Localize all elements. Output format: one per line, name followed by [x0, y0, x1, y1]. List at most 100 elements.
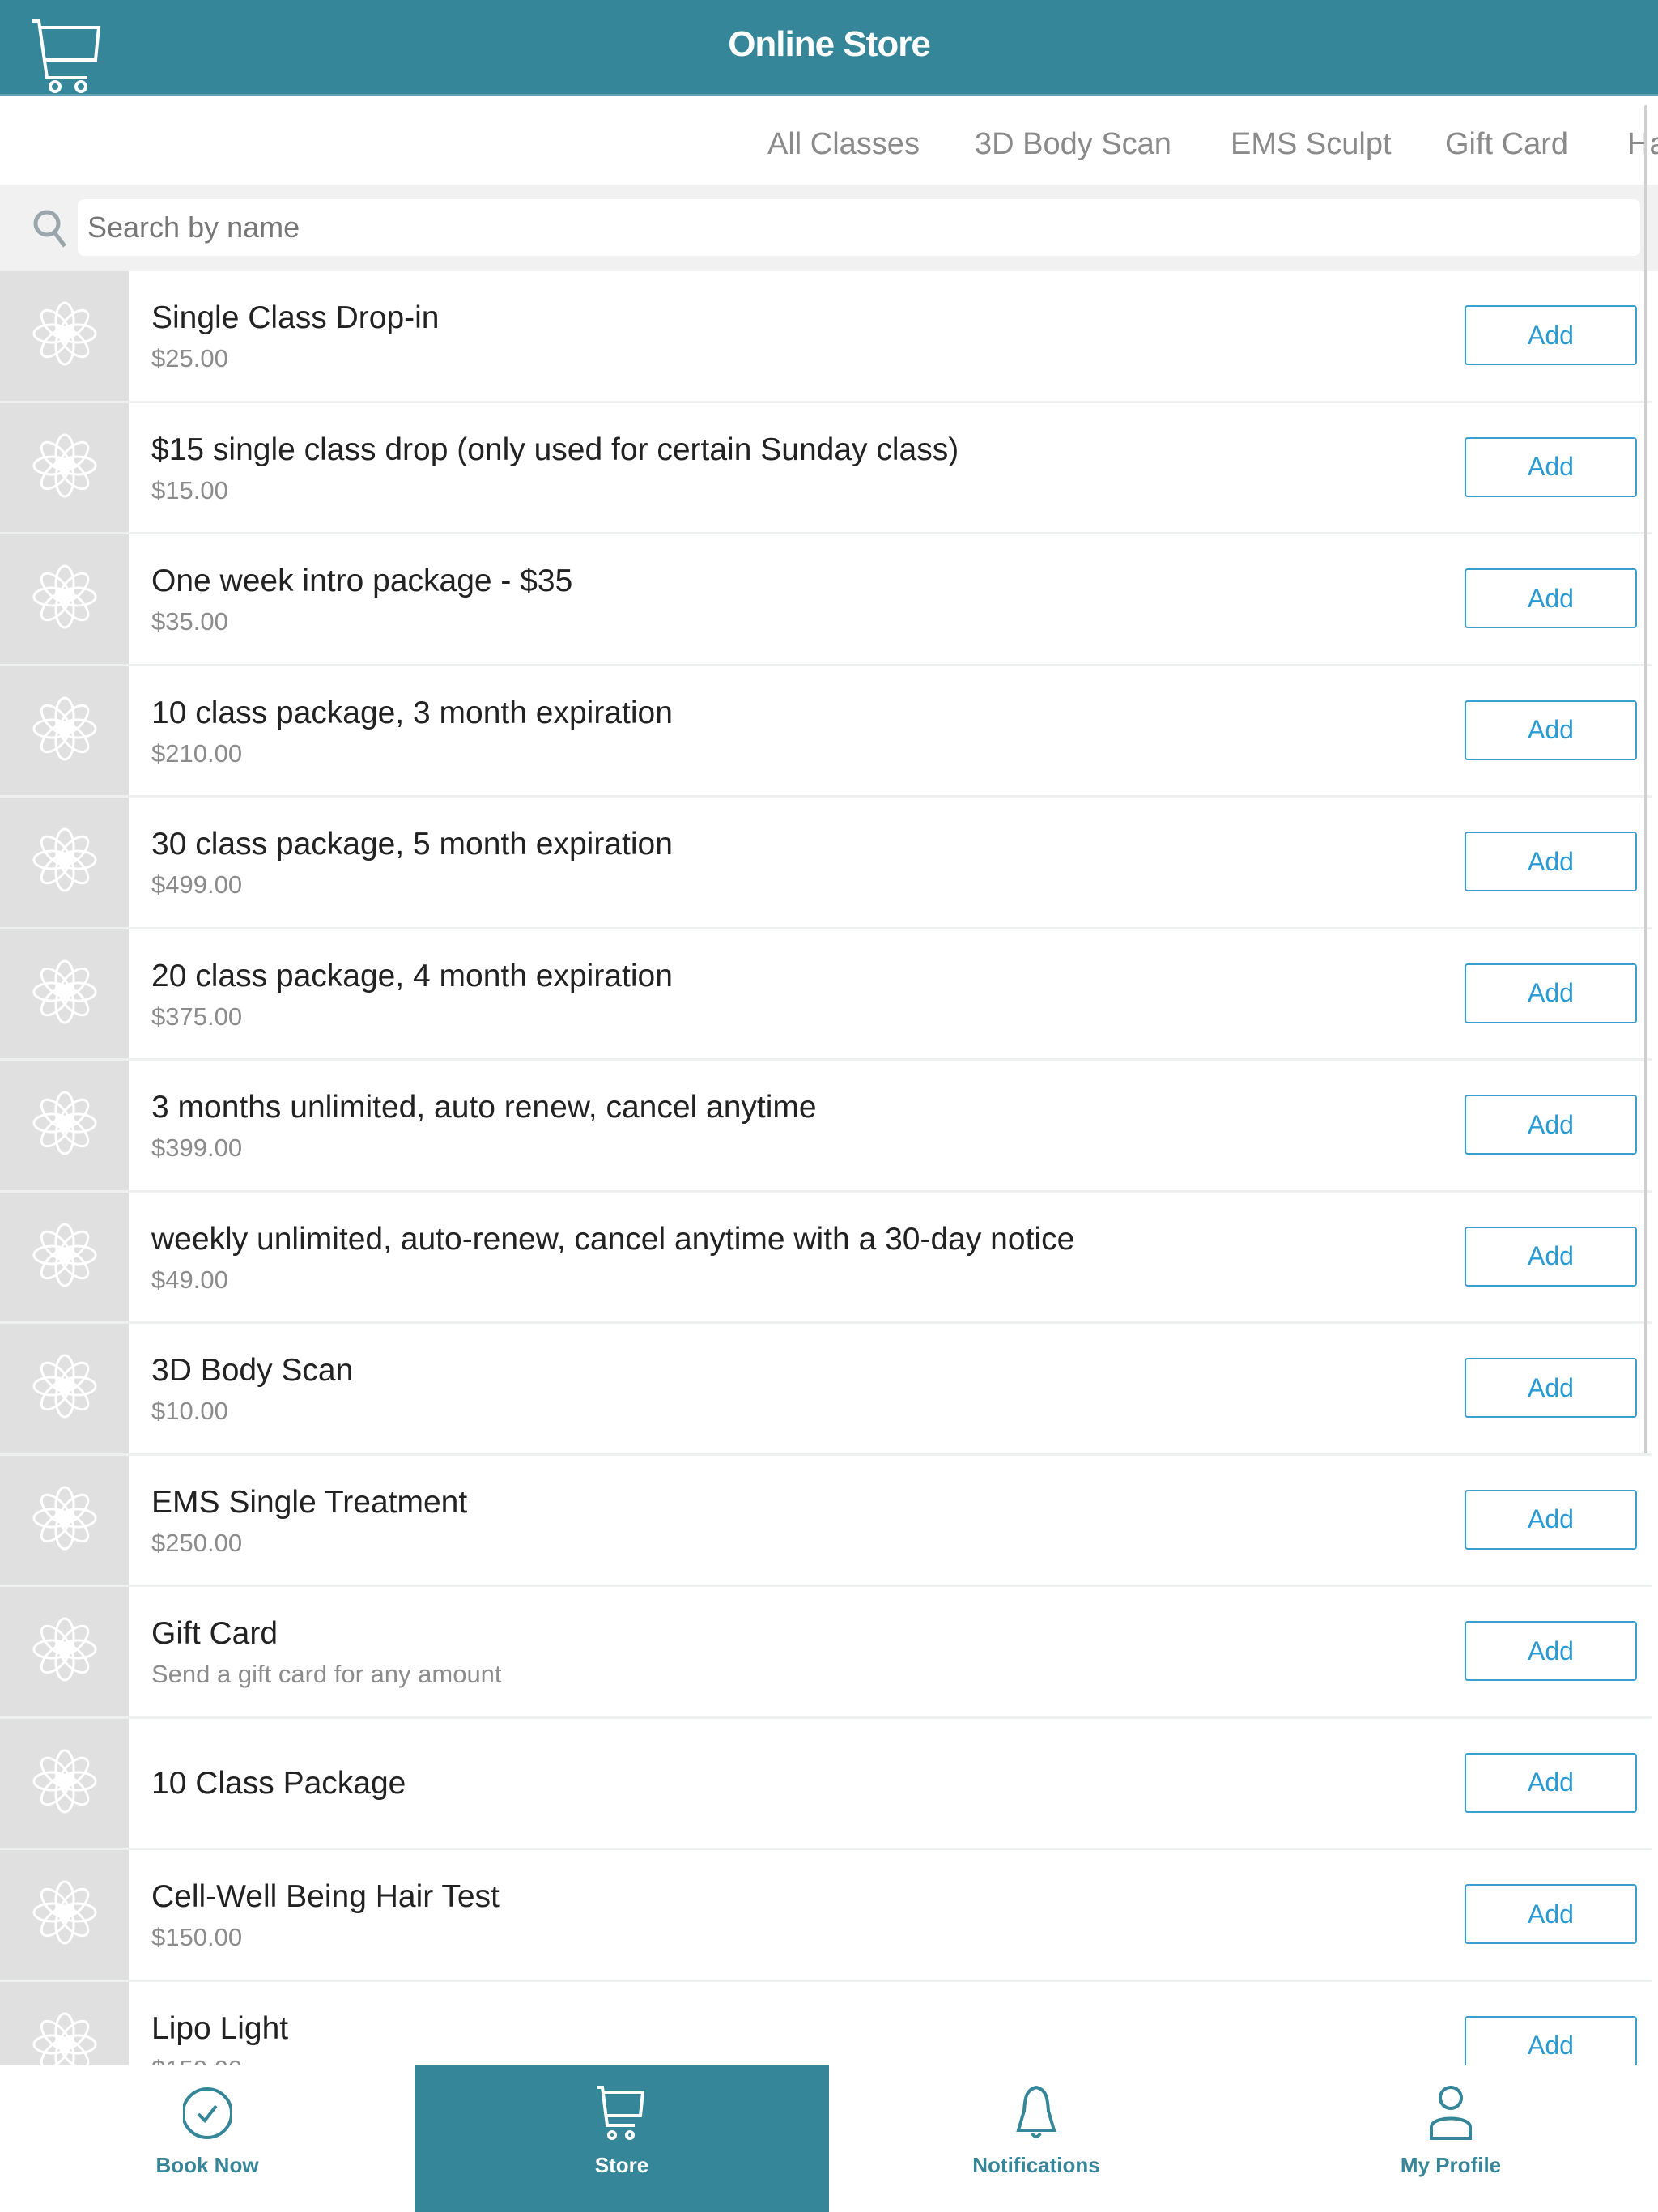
product-price: $399.00 — [151, 1134, 243, 1162]
nav-notifications[interactable]: Notifications — [829, 2065, 1244, 2212]
search-bar — [0, 185, 1658, 271]
list-item[interactable]: 20 class package, 4 month expiration $37… — [0, 929, 1652, 1061]
product-price: $15.00 — [151, 475, 228, 504]
flower-logo-icon — [32, 1486, 97, 1555]
product-thumbnail — [0, 1192, 129, 1321]
product-price: $210.00 — [151, 738, 243, 768]
product-name: Lipo Light — [151, 2010, 289, 2046]
add-button[interactable]: Add — [1465, 568, 1637, 628]
person-icon — [1430, 2086, 1472, 2140]
product-price: $150.00 — [151, 1923, 243, 1951]
product-thumbnail — [0, 271, 129, 401]
product-name: Single Class Drop-in — [151, 300, 440, 335]
product-price: $35.00 — [151, 607, 228, 636]
flower-logo-icon — [32, 696, 97, 765]
flower-logo-icon — [32, 1091, 97, 1159]
add-button[interactable]: Add — [1465, 1884, 1637, 1944]
list-item[interactable]: $15 single class drop (only used for cer… — [0, 402, 1652, 534]
tab-gift-card[interactable]: Gift Card — [1445, 127, 1568, 162]
flower-logo-icon — [32, 1223, 97, 1291]
list-item[interactable]: 10 Class Package Add — [0, 1718, 1652, 1850]
nav-label: My Profile — [1400, 2153, 1502, 2177]
product-price: $10.00 — [151, 1397, 228, 1425]
product-price: $25.00 — [151, 344, 228, 372]
add-button[interactable]: Add — [1465, 700, 1637, 760]
product-thumbnail — [0, 534, 129, 664]
product-thumbnail — [0, 1455, 129, 1585]
product-name: One week intro package - $35 — [151, 564, 573, 598]
page-title: Online Store — [728, 24, 931, 64]
add-button[interactable]: Add — [1465, 1621, 1637, 1681]
product-name: 3 months unlimited, auto renew, cancel a… — [151, 1090, 817, 1125]
nav-store[interactable]: Store — [414, 2065, 829, 2212]
cart-icon — [597, 2086, 645, 2140]
list-item[interactable]: 3D Body Scan $10.00 Add — [0, 1324, 1652, 1456]
product-thumbnail — [0, 1850, 129, 1980]
list-item[interactable]: EMS Single Treatment $250.00 Add — [0, 1455, 1652, 1587]
flower-logo-icon — [32, 1617, 97, 1686]
bottom-nav: Book Now Store Notifications My Profile — [0, 2065, 1658, 2212]
product-name: $15 single class drop (only used for cer… — [151, 432, 959, 467]
add-button[interactable]: Add — [1465, 963, 1637, 1023]
list-item[interactable]: weekly unlimited, auto-renew, cancel any… — [0, 1192, 1652, 1324]
add-button[interactable]: Add — [1465, 2015, 1637, 2065]
list-item[interactable]: Cell-Well Being Hair Test $150.00 Add — [0, 1850, 1652, 1982]
tab-3d-body-scan[interactable]: 3D Body Scan — [975, 127, 1171, 162]
product-thumbnail — [0, 1718, 129, 1848]
list-item[interactable]: 30 class package, 5 month expiration $49… — [0, 798, 1652, 929]
flower-logo-icon — [32, 301, 97, 370]
search-icon — [33, 210, 66, 248]
product-price: Send a gift card for any amount — [151, 1660, 502, 1688]
flower-logo-icon — [32, 1880, 97, 1949]
product-name: Cell-Well Being Hair Test — [151, 1879, 500, 1914]
flower-logo-icon — [32, 959, 97, 1028]
add-button[interactable]: Add — [1465, 1752, 1637, 1813]
product-name: EMS Single Treatment — [151, 1484, 468, 1520]
product-name: 10 class package, 3 month expiration — [151, 695, 673, 730]
add-button[interactable]: Add — [1465, 305, 1637, 365]
flower-logo-icon — [32, 827, 97, 896]
add-button[interactable]: Add — [1465, 1358, 1637, 1418]
product-thumbnail — [0, 402, 129, 532]
product-list: Single Class Drop-in $25.00 Add $15 sing… — [0, 271, 1652, 2065]
product-thumbnail — [0, 1587, 129, 1716]
nav-label: Store — [594, 2153, 649, 2177]
product-thumbnail — [0, 1324, 129, 1453]
flower-logo-icon — [32, 2012, 97, 2065]
nav-book-now[interactable]: Book Now — [0, 2065, 414, 2212]
flower-logo-icon — [32, 1354, 97, 1423]
list-item[interactable]: 3 months unlimited, auto renew, cancel a… — [0, 1061, 1652, 1193]
product-name: 30 class package, 5 month expiration — [151, 827, 673, 861]
product-thumbnail — [0, 929, 129, 1058]
scrollbar[interactable] — [1644, 105, 1647, 1453]
product-name: weekly unlimited, auto-renew, cancel any… — [151, 1221, 1075, 1257]
app-header: Online Store — [0, 0, 1658, 96]
product-thumbnail — [0, 1981, 129, 2065]
list-item[interactable]: Lipo Light $150.00 Add — [0, 1981, 1652, 2065]
tab-more[interactable]: Ha — [1627, 127, 1658, 162]
search-input[interactable] — [78, 199, 1640, 256]
add-button[interactable]: Add — [1465, 1095, 1637, 1155]
nav-my-profile[interactable]: My Profile — [1244, 2065, 1658, 2212]
tab-ems-sculpt[interactable]: EMS Sculpt — [1231, 127, 1392, 162]
flower-logo-icon — [32, 433, 97, 502]
nav-label: Book Now — [155, 2153, 259, 2177]
product-price: $375.00 — [151, 1002, 243, 1031]
category-tabs: All Classes 3D Body Scan EMS Sculpt Gift… — [0, 96, 1658, 185]
product-name: 10 Class Package — [151, 1765, 406, 1801]
tab-all-classes[interactable]: All Classes — [767, 127, 920, 162]
product-thumbnail — [0, 666, 129, 795]
add-button[interactable]: Add — [1465, 436, 1637, 497]
product-price: $499.00 — [151, 870, 243, 899]
list-item[interactable]: One week intro package - $35 $35.00 Add — [0, 534, 1652, 666]
list-item[interactable]: Single Class Drop-in $25.00 Add — [0, 271, 1652, 403]
add-button[interactable]: Add — [1465, 1226, 1637, 1287]
product-price: $49.00 — [151, 1265, 228, 1294]
list-item[interactable]: 10 class package, 3 month expiration $21… — [0, 666, 1652, 798]
add-button[interactable]: Add — [1465, 832, 1637, 891]
list-item[interactable]: Gift Card Send a gift card for any amoun… — [0, 1587, 1652, 1719]
product-name: Gift Card — [151, 1616, 278, 1651]
flower-logo-icon — [32, 564, 97, 633]
product-name: 3D Body Scan — [151, 1353, 354, 1388]
add-button[interactable]: Add — [1465, 1489, 1637, 1550]
